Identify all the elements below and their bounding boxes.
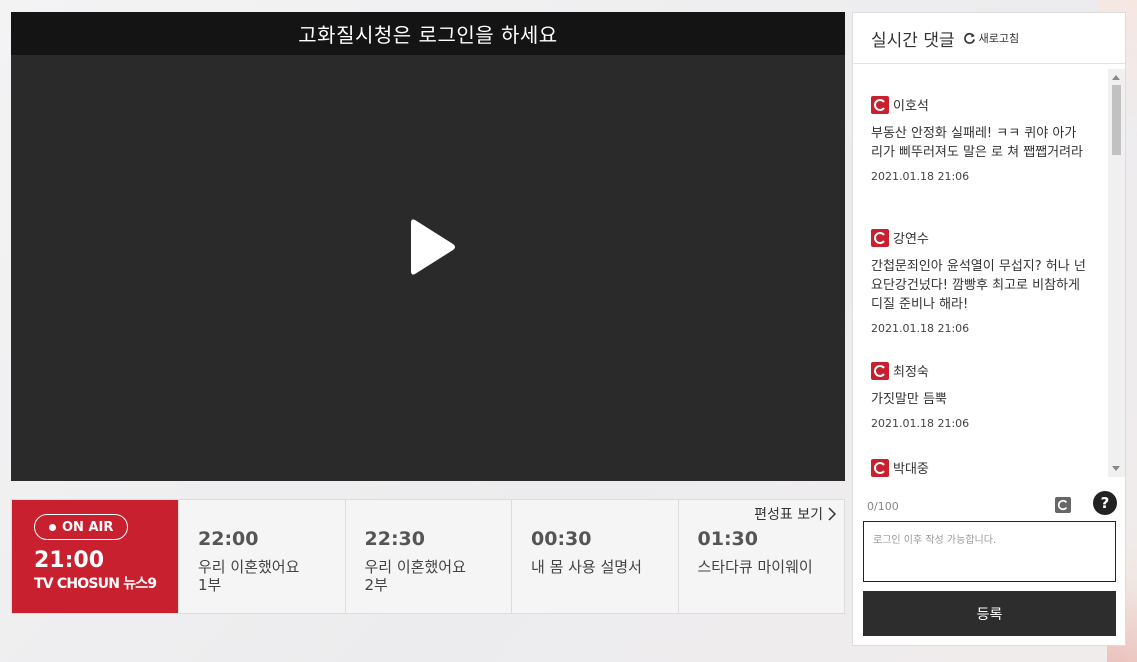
video-player[interactable]: 고화질시청은 로그인을 하세요	[11, 12, 845, 481]
list-item: 최정숙 가짓말만 듬뿍 2021.01.18 21:06	[871, 361, 1091, 430]
slot-time: 01:30	[697, 528, 758, 550]
comment-username: 최정숙	[893, 365, 929, 380]
scroll-thumb[interactable]	[1112, 85, 1121, 155]
submit-comment-button[interactable]: 등록	[863, 591, 1116, 636]
play-button[interactable]	[401, 212, 461, 282]
on-air-label: ON AIR	[62, 519, 114, 535]
refresh-label: 새로고침	[978, 32, 1020, 45]
comment-user: 강연수	[871, 228, 1091, 247]
list-item: 강연수 간첩문죄인아 윤석열이 무섭지? 허나 넌 요단강건넜다! 깜빵후 최고…	[871, 228, 1091, 335]
slot-time: 22:30	[364, 528, 425, 550]
panel-header: 실시간 댓글 새로고침	[853, 13, 1125, 64]
comment-list[interactable]: 이호석 부동산 안정화 실패레! ㅋㅋ 퀴야 아가 리가 삐뚜러져도 말은 로 …	[853, 65, 1125, 481]
comment-toolbar: 0/100 ?	[867, 491, 1117, 521]
on-air-time: 21:00	[34, 548, 105, 573]
tv-chosun-logo-icon	[871, 228, 889, 247]
slot-title: 우리 이혼했어요 1부	[198, 558, 300, 594]
comment-text: 가짓말만 듬뿍	[871, 392, 947, 407]
schedule-slot[interactable]: 01:30 스타다큐 마이웨이 편성표 보기	[677, 500, 845, 613]
schedule-slot[interactable]: 00:30 내 몸 사용 설명서	[511, 500, 678, 613]
list-item: 이호석 부동산 안정화 실패레! ㅋㅋ 퀴야 아가 리가 삐뚜러져도 말은 로 …	[871, 95, 1091, 183]
refresh-icon	[963, 32, 975, 44]
comment-scrollbar[interactable]	[1108, 69, 1125, 477]
chevron-right-icon	[828, 507, 836, 521]
schedule-link[interactable]: 편성표 보기	[754, 504, 836, 524]
help-button[interactable]: ?	[1093, 491, 1117, 515]
tv-chosun-logo-icon	[871, 95, 889, 114]
scroll-up-icon[interactable]	[1112, 75, 1120, 80]
comment-user: 최정숙	[871, 361, 1091, 380]
refresh-button[interactable]: 새로고침	[963, 30, 1019, 46]
schedule-link-label: 편성표 보기	[754, 507, 823, 523]
login-banner: 고화질시청은 로그인을 하세요	[11, 12, 845, 55]
comment-date: 2021.01.18 21:06	[871, 417, 970, 430]
scroll-down-icon[interactable]	[1112, 466, 1120, 471]
comment-username: 강연수	[893, 232, 929, 247]
comment-date: 2021.01.18 21:06	[871, 322, 970, 335]
comment-input[interactable]	[863, 521, 1116, 582]
comment-text: 간첩문죄인아 윤석열이 무섭지? 허나 넌 요단강건넜다! 깜빵후 최고로 비참…	[871, 259, 1086, 312]
tv-chosun-logo-icon	[871, 361, 889, 380]
live-dot-icon	[49, 523, 56, 531]
schedule-strip: ON AIR 21:00 TV CHOSUN 뉴스9 22:00 우리 이혼했어…	[11, 499, 845, 614]
comment-username: 박대중	[893, 462, 929, 477]
slot-title: 우리 이혼했어요 2부	[364, 558, 466, 594]
comment-username: 이호석	[893, 99, 929, 114]
comment-user: 박대중	[871, 458, 1091, 477]
slot-title: 스타다큐 마이웨이	[697, 558, 813, 576]
on-air-badge: ON AIR	[34, 514, 129, 540]
on-air-block[interactable]: ON AIR 21:00 TV CHOSUN 뉴스9	[12, 500, 178, 613]
on-air-show: TV CHOSUN 뉴스9	[34, 576, 157, 592]
comment-date: 2021.01.18 21:06	[871, 170, 970, 183]
slot-time: 22:00	[198, 528, 259, 550]
play-icon	[411, 219, 455, 275]
comment-user: 이호석	[871, 95, 1091, 114]
slot-time: 00:30	[531, 528, 592, 550]
panel-title: 실시간 댓글	[871, 30, 955, 51]
login-banner-text: 고화질시청은 로그인을 하세요	[298, 23, 558, 47]
char-counter: 0/100	[867, 500, 899, 513]
tv-chosun-logo-icon	[871, 458, 889, 477]
slot-title: 내 몸 사용 설명서	[531, 558, 642, 576]
live-comments-panel: 실시간 댓글 새로고침 이호석 부동산 안정화 실패레! ㅋㅋ 퀴야 아가 리가…	[852, 12, 1126, 646]
schedule-slot[interactable]: 22:00 우리 이혼했어요 1부	[178, 500, 345, 613]
tv-chosun-logo-icon	[1055, 497, 1071, 513]
comment-text: 부동산 안정화 실패레! ㅋㅋ 퀴야 아가 리가 삐뚜러져도 말은 로 쳐 쨉쨉…	[871, 126, 1084, 160]
list-item: 박대중	[871, 458, 1091, 477]
schedule-slot[interactable]: 22:30 우리 이혼했어요 2부	[344, 500, 512, 613]
